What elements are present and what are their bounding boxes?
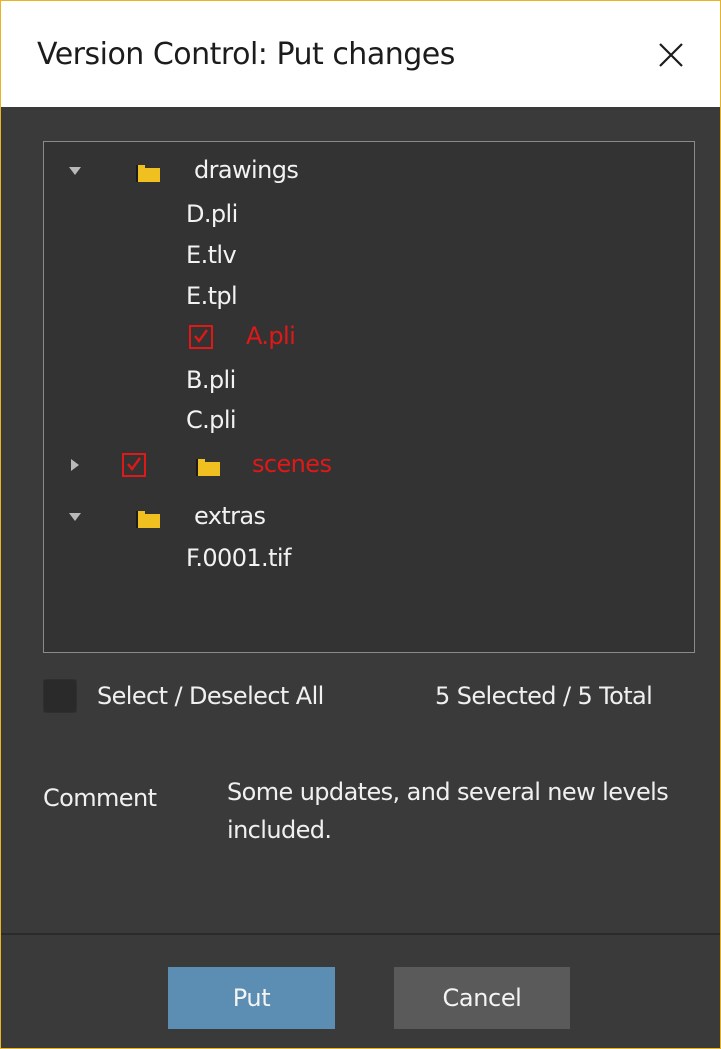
select-all-row: Select / Deselect All 5 Selected / 5 Tot… [43, 677, 703, 717]
comment-field[interactable]: Some updates, and several new levels inc… [227, 773, 687, 849]
put-button[interactable]: Put [168, 967, 335, 1029]
selection-count: 5 Selected / 5 Total [435, 682, 653, 710]
comment-label: Comment [43, 784, 157, 812]
item-checkbox[interactable] [122, 453, 146, 477]
tree-item-a-pli[interactable]: A.pli [44, 316, 694, 356]
select-all-checkbox[interactable] [43, 679, 77, 713]
tree-folder-scenes[interactable]: scenes [44, 444, 694, 484]
tree-item-label: F.0001.tif [186, 544, 291, 572]
tree-item-label: extras [194, 502, 266, 530]
tree-item-e-tlv[interactable]: E.tlv [44, 235, 694, 275]
tree-item-b-pli[interactable]: B.pli [44, 360, 694, 400]
folder-icon [136, 165, 160, 182]
tree-folder-drawings[interactable]: drawings [44, 150, 694, 190]
select-all-label[interactable]: Select / Deselect All [97, 677, 324, 715]
dialog-title: Version Control: Put changes [37, 37, 455, 72]
title-bar: Version Control: Put changes [1, 1, 720, 107]
tree-item-f-0001-tif[interactable]: F.0001.tif [44, 538, 694, 578]
tree-item-label: E.tpl [186, 282, 238, 310]
tree-item-label: B.pli [186, 366, 236, 394]
tree-item-label: D.pli [186, 200, 238, 228]
close-icon[interactable] [653, 37, 689, 73]
expanded-arrow-icon[interactable] [68, 164, 82, 178]
tree-item-label: C.pli [186, 406, 237, 434]
put-changes-dialog: Version Control: Put changes drawings D.… [0, 0, 721, 1049]
tree-item-c-pli[interactable]: C.pli [44, 400, 694, 440]
tree-item-label: E.tlv [186, 241, 237, 269]
check-icon [194, 329, 208, 343]
tree-item-e-tpl[interactable]: E.tpl [44, 276, 694, 316]
tree-folder-extras[interactable]: extras [44, 496, 694, 536]
tree-item-label: A.pli [246, 322, 296, 350]
changes-tree[interactable]: drawings D.pli E.tlv E.tpl A.pli B.pli C… [43, 141, 695, 653]
expanded-arrow-icon[interactable] [68, 510, 82, 524]
item-checkbox[interactable] [189, 325, 213, 349]
footer-divider [1, 933, 720, 935]
collapsed-arrow-icon[interactable] [68, 458, 82, 472]
folder-icon [196, 459, 220, 476]
tree-item-label: drawings [194, 156, 299, 184]
folder-icon [136, 511, 160, 528]
check-icon [127, 457, 141, 471]
cancel-button[interactable]: Cancel [394, 967, 570, 1029]
tree-item-label: scenes [252, 450, 332, 478]
tree-item-d-pli[interactable]: D.pli [44, 194, 694, 234]
